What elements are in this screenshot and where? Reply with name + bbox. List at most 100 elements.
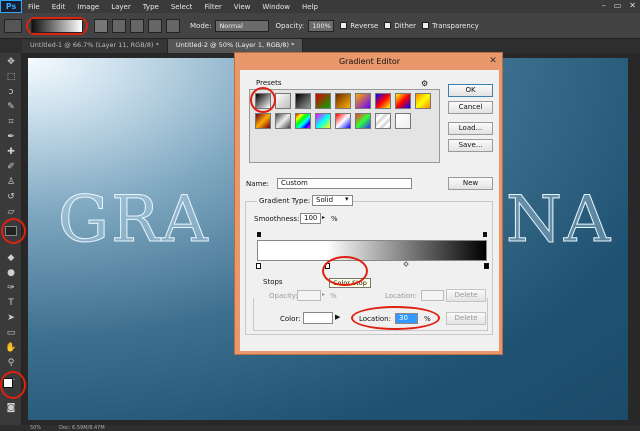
tabs-spacer xyxy=(0,39,22,53)
preset-red-white-blue[interactable] xyxy=(335,113,351,129)
blur-tool-icon[interactable]: ◆ xyxy=(5,253,17,263)
preset-yellow-red-blue[interactable] xyxy=(395,93,411,109)
color-arrow-icon[interactable]: ▶ xyxy=(335,313,340,321)
tab-untitled-2[interactable]: Untitled-2 @ 50% (Layer 1, RGB/8) * xyxy=(167,39,304,53)
diamond-gradient-button[interactable] xyxy=(166,18,180,33)
preset-black-gray[interactable] xyxy=(295,93,311,109)
reverse-checkbox[interactable] xyxy=(340,22,348,29)
reflected-gradient-button[interactable] xyxy=(148,18,162,33)
preset-transparent-rainbow[interactable] xyxy=(355,113,371,129)
options-bar: Mode: Normal Opacity: 100% Reverse Dithe… xyxy=(0,13,640,39)
preset-orange-yellow[interactable] xyxy=(415,93,431,109)
marquee-tool-icon[interactable]: ⬚ xyxy=(5,72,17,82)
preset-transparent-stripes[interactable] xyxy=(375,113,391,129)
menu-help[interactable]: Help xyxy=(296,3,324,11)
ok-button[interactable]: OK xyxy=(448,84,493,97)
save-button[interactable]: Save... xyxy=(448,139,493,152)
preset-fg-transparent[interactable] xyxy=(275,93,291,109)
cancel-button[interactable]: Cancel xyxy=(448,101,493,114)
opacity-stop-left[interactable] xyxy=(257,232,261,237)
opacity-delete-button: Delete xyxy=(446,289,486,302)
preset-red-green[interactable] xyxy=(315,93,331,109)
opacity-field[interactable]: 100% xyxy=(308,19,335,32)
dodge-tool-icon[interactable]: ● xyxy=(5,268,17,278)
close-icon[interactable]: ✕ xyxy=(486,55,500,67)
color-stop-left[interactable] xyxy=(256,263,261,269)
dither-label: Dither xyxy=(394,21,417,30)
menu-select[interactable]: Select xyxy=(165,3,199,11)
preset-spectrum[interactable] xyxy=(295,113,311,129)
color-stop-right[interactable] xyxy=(484,263,489,269)
color-stop-highlight xyxy=(322,256,368,286)
tool-preset-picker[interactable] xyxy=(4,18,22,33)
preset-blue-red-yellow[interactable] xyxy=(375,93,391,109)
new-button[interactable]: New xyxy=(448,177,493,190)
eraser-tool-icon[interactable]: ▱ xyxy=(5,207,17,217)
mode-select[interactable]: Normal xyxy=(215,19,270,32)
preset-orange-violet[interactable] xyxy=(355,93,371,109)
stamp-tool-icon[interactable]: ♙ xyxy=(5,177,17,187)
move-tool-icon[interactable]: ✥ xyxy=(5,57,17,67)
menu-layer[interactable]: Layer xyxy=(105,3,137,11)
photoshop-window: Ps File Edit Image Layer Type Select Fil… xyxy=(0,0,640,431)
shape-tool-icon[interactable]: ▭ xyxy=(5,328,17,338)
color-swatch-highlight xyxy=(0,371,26,399)
quick-mask-icon[interactable]: ◙ xyxy=(5,403,17,413)
menu-view[interactable]: View xyxy=(228,3,257,11)
linear-gradient-button[interactable] xyxy=(94,18,108,33)
minimize-icon[interactable]: – xyxy=(602,1,606,10)
maximize-icon[interactable]: ▭ xyxy=(614,1,622,10)
eyedropper-tool-icon[interactable]: ✒ xyxy=(5,132,17,142)
tab-untitled-1[interactable]: Untitled-1 @ 66.7% (Layer 11, RGB/8) * xyxy=(22,39,168,53)
menu-type[interactable]: Type xyxy=(137,3,165,11)
smoothness-arrow-icon[interactable]: ▸ xyxy=(322,214,325,221)
opacity-arrow-icon: ▸ xyxy=(322,291,326,298)
menu-image[interactable]: Image xyxy=(71,3,105,11)
opacity-location-field xyxy=(421,290,444,301)
dither-checkbox[interactable] xyxy=(384,22,392,29)
canvas-text-left: GRA xyxy=(58,183,210,258)
preset-rainbow[interactable] xyxy=(315,113,331,129)
transparency-checkbox[interactable] xyxy=(422,22,430,29)
gradient-swatch[interactable] xyxy=(31,18,83,33)
type-tool-icon[interactable]: T xyxy=(5,298,17,308)
mode-label: Mode: xyxy=(190,21,212,30)
smoothness-label: Smoothness: xyxy=(254,215,300,223)
preset-copper-1[interactable] xyxy=(335,93,351,109)
stops-label: Stops xyxy=(263,278,283,286)
preset-copper-2[interactable] xyxy=(255,113,271,129)
gradient-tool-highlight xyxy=(1,218,26,244)
opacity-stop-right[interactable] xyxy=(483,232,487,237)
load-button[interactable]: Load... xyxy=(448,122,493,135)
menu-file[interactable]: File xyxy=(22,3,46,11)
name-field[interactable]: Custom xyxy=(277,178,412,189)
preset-white[interactable] xyxy=(395,113,411,129)
stop-color-swatch[interactable] xyxy=(303,312,333,324)
menu-edit[interactable]: Edit xyxy=(46,3,72,11)
quick-select-tool-icon[interactable]: ✎ xyxy=(5,102,17,112)
menu-filter[interactable]: Filter xyxy=(198,3,227,11)
path-select-tool-icon[interactable]: ➤ xyxy=(5,313,17,323)
menu-window[interactable]: Window xyxy=(256,3,296,11)
healing-tool-icon[interactable]: ✚ xyxy=(5,147,17,157)
gradient-preview-bar[interactable] xyxy=(257,240,487,261)
brush-tool-icon[interactable]: ✐ xyxy=(5,162,17,172)
pen-tool-icon[interactable]: ✑ xyxy=(5,283,17,293)
zoom-level[interactable]: 50% xyxy=(30,425,41,431)
crop-tool-icon[interactable]: ⌗ xyxy=(5,117,17,127)
name-label: Name: xyxy=(246,180,270,188)
dialog-title: Gradient Editor xyxy=(338,57,401,66)
close-icon[interactable]: ✕ xyxy=(629,1,636,10)
chevron-down-icon[interactable]: ▾ xyxy=(345,195,349,203)
preset-highlight xyxy=(250,87,276,113)
zoom-tool-icon[interactable]: ⚲ xyxy=(5,358,17,368)
gradient-editor-dialog: Gradient Editor ✕ Presets ⚙ OK Cancel Lo… xyxy=(234,52,503,355)
smoothness-field[interactable]: 100 xyxy=(300,213,321,224)
radial-gradient-button[interactable] xyxy=(112,18,126,33)
hand-tool-icon[interactable]: ✋ xyxy=(5,343,17,353)
history-brush-tool-icon[interactable]: ↺ xyxy=(5,192,17,202)
lasso-tool-icon[interactable]: ↄ xyxy=(5,87,17,97)
angle-gradient-button[interactable] xyxy=(130,18,144,33)
preset-chrome[interactable] xyxy=(275,113,291,129)
gear-icon[interactable]: ⚙ xyxy=(421,79,428,88)
